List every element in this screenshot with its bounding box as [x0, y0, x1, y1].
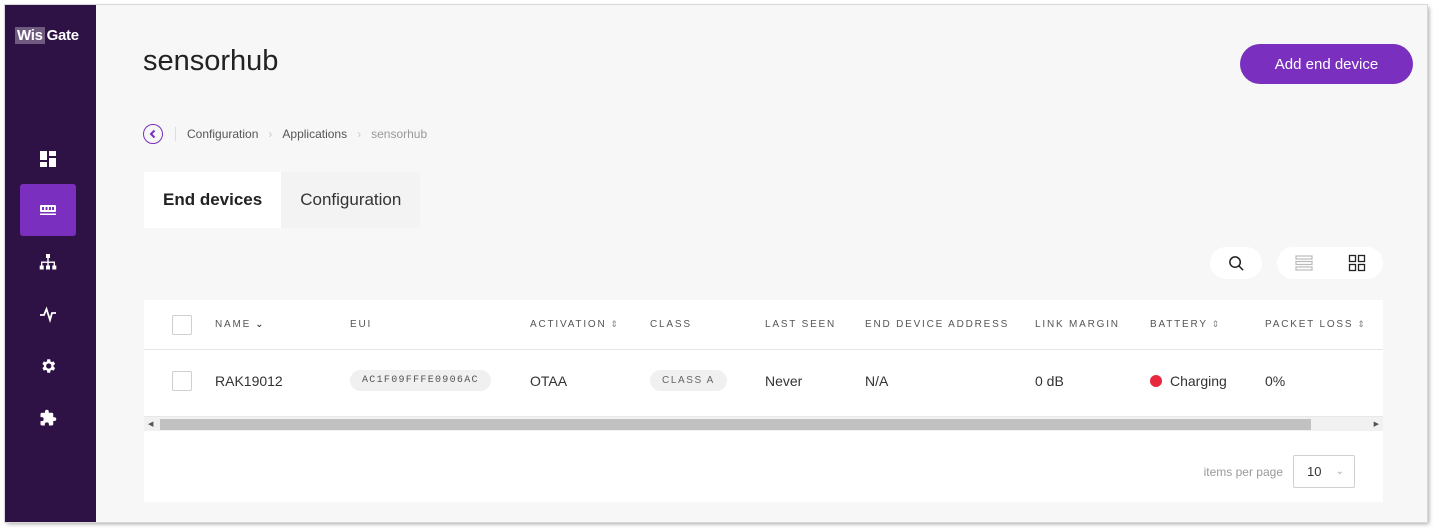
tab-end-devices[interactable]: End devices	[144, 172, 282, 228]
header-name-label: NAME	[215, 319, 252, 330]
header-select-cell	[172, 300, 192, 349]
table-row[interactable]: RAK19012 AC1F09FFFE0906AC OTAA CLASS A N…	[144, 350, 1383, 411]
add-end-device-button[interactable]: Add end device	[1240, 44, 1413, 84]
search-button[interactable]	[1210, 247, 1262, 279]
chevron-right-icon: ›	[357, 127, 362, 141]
tab-bar: End devices Configuration	[144, 172, 421, 228]
header-class: CLASS	[650, 319, 692, 330]
header-activation-label: ACTIVATION	[530, 319, 607, 330]
search-icon	[1228, 255, 1244, 271]
header-battery-label: BATTERY	[1150, 319, 1208, 330]
breadcrumb-current: sensorhub	[371, 127, 428, 141]
list-view-icon	[1294, 255, 1313, 271]
sidebar-item-activity[interactable]	[20, 288, 76, 340]
breadcrumb: Configuration › Applications › sensorhub	[143, 124, 427, 144]
logo-gate: Gate	[46, 26, 79, 44]
sidebar-item-dashboard[interactable]	[20, 133, 76, 185]
device-battery: Charging	[1150, 350, 1227, 411]
end-devices-table: NAME ⌄ EUI ACTIVATION ⇕ CLASS LAST SEEN EN…	[144, 300, 1383, 502]
page-title: sensorhub	[143, 45, 279, 77]
puzzle-icon	[40, 409, 57, 426]
device-link-margin: 0 dB	[1035, 372, 1064, 389]
scroll-right-arrow-icon[interactable]: ▶	[1374, 420, 1379, 428]
dashboard-icon	[40, 151, 56, 167]
device-eui: AC1F09FFFE0906AC	[350, 370, 491, 391]
breadcrumb-applications[interactable]: Applications	[282, 127, 347, 141]
gear-icon	[42, 359, 56, 373]
items-per-page-value: 10	[1307, 464, 1322, 479]
chevron-left-icon	[149, 129, 156, 139]
sidebar: Wis Gate	[5, 5, 96, 522]
header-link-margin: LINK MARGIN	[1035, 319, 1120, 330]
list-view-button[interactable]	[1277, 247, 1330, 279]
battery-status-label: Charging	[1170, 372, 1227, 389]
row-select-cell	[172, 350, 192, 411]
header-address: END DEVICE ADDRESS	[865, 319, 1010, 330]
sort-icon: ⇕	[610, 319, 619, 329]
tab-configuration[interactable]: Configuration	[281, 172, 421, 228]
sort-icon: ⇕	[1211, 319, 1220, 329]
sidebar-item-network[interactable]	[20, 236, 76, 288]
back-button[interactable]	[143, 124, 163, 144]
device-last-seen: Never	[765, 372, 803, 389]
sort-icon: ⇕	[1357, 319, 1365, 329]
battery-status-dot	[1150, 374, 1162, 387]
device-class-badge: CLASS A	[650, 370, 727, 391]
device-activation: OTAA	[530, 372, 568, 389]
header-battery[interactable]: BATTERY ⇕	[1150, 300, 1219, 349]
header-packet-loss-label: PACKET LOSS	[1265, 319, 1354, 330]
grid-view-icon	[1348, 254, 1365, 272]
header-packet-loss[interactable]: PACKET LOSS ⇕	[1265, 300, 1365, 349]
breadcrumb-divider	[175, 127, 176, 141]
view-toggle	[1277, 247, 1383, 279]
table-header: NAME ⌄ EUI ACTIVATION ⇕ CLASS LAST SEEN EN…	[144, 300, 1383, 350]
chevron-right-icon: ›	[268, 127, 273, 141]
select-all-checkbox[interactable]	[172, 314, 192, 335]
main-content: sensorhub Add end device Configuration ›…	[96, 5, 1427, 522]
logo-wis: Wis	[15, 26, 45, 44]
grid-view-button[interactable]	[1330, 247, 1383, 279]
items-per-page-label: items per page	[1203, 464, 1283, 479]
chevron-down-icon: ⌄	[1335, 466, 1344, 477]
sort-desc-icon: ⌄	[255, 319, 264, 330]
app-window: Wis Gate sensorhub Add end device Config…	[5, 5, 1427, 522]
device-address: N/A	[865, 372, 889, 389]
scrollbar-thumb[interactable]	[160, 419, 1311, 430]
scroll-left-arrow-icon[interactable]: ◀	[148, 420, 153, 428]
sidebar-item-extensions[interactable]	[20, 392, 76, 444]
sidebar-item-settings[interactable]	[20, 340, 76, 392]
breadcrumb-configuration[interactable]: Configuration	[187, 127, 258, 141]
device-packet-loss: 0%	[1265, 372, 1286, 389]
device-eui-cell: AC1F09FFFE0906AC	[350, 350, 491, 411]
sidebar-item-gateways[interactable]	[20, 184, 76, 236]
horizontal-scrollbar[interactable]: ◀ ▶	[144, 416, 1383, 431]
items-per-page-select[interactable]: 10 ⌄	[1293, 455, 1355, 488]
header-activation[interactable]: ACTIVATION ⇕	[530, 300, 618, 349]
row-checkbox[interactable]	[172, 370, 192, 391]
network-tree-icon	[39, 254, 57, 270]
wisgate-logo[interactable]: Wis Gate	[15, 25, 79, 45]
pulse-icon	[40, 306, 56, 323]
device-name[interactable]: RAK19012	[215, 350, 283, 411]
header-eui: EUI	[350, 319, 373, 330]
device-class-cell: CLASS A	[650, 350, 727, 411]
header-last-seen: LAST SEEN	[765, 319, 837, 330]
header-name[interactable]: NAME ⌄	[215, 300, 263, 349]
pagination: items per page 10 ⌄	[1204, 455, 1355, 488]
gateway-icon	[40, 205, 56, 215]
